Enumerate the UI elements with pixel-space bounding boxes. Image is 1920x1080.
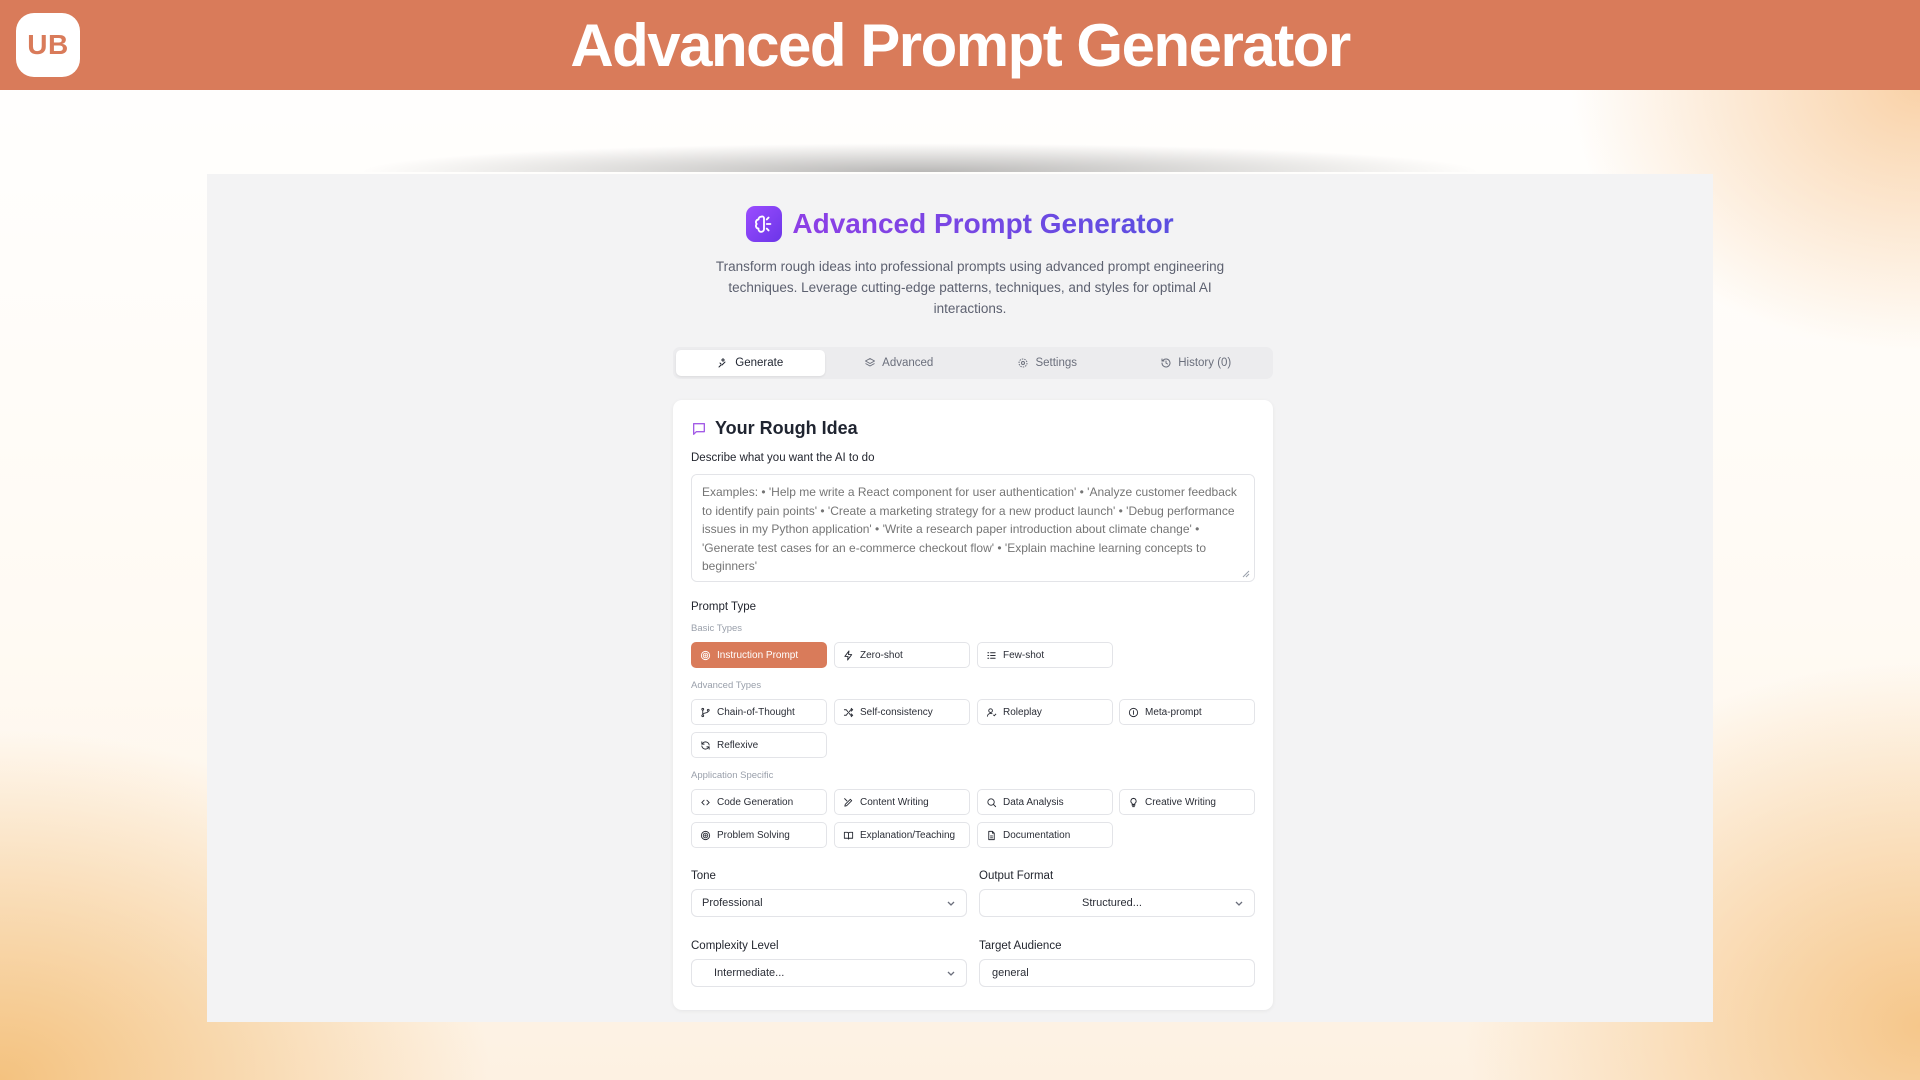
chip-instruction-prompt[interactable]: Instruction Prompt [691,642,827,668]
screen-shadow [220,112,1620,172]
output-format-label: Output Format [979,870,1054,882]
chip-label: Roleplay [1003,706,1042,718]
chip-content-writing[interactable]: Content Writing [834,789,970,815]
complexity-value: Intermediate... [714,967,785,979]
tone-value: Professional [702,897,763,909]
list-icon [987,651,996,659]
application-specific-label: Application Specific [691,770,774,781]
target-icon [700,650,711,660]
tab-bar: Generate Advanced Settings History (0) [673,347,1273,379]
tone-label: Tone [691,870,716,882]
tab-label: Generate [735,357,784,369]
history-icon [1161,358,1171,368]
chip-chain-of-thought[interactable]: Chain-of-Thought [691,699,827,725]
git-branch-icon [701,707,710,717]
app-title: Advanced Prompt Generator [792,208,1174,239]
chip-reflexive[interactable]: Reflexive [691,732,827,758]
chip-label: Chain-of-Thought [717,706,795,718]
rough-idea-card: Your Rough Idea Describe what you want t… [673,400,1273,1010]
code-icon [701,799,710,805]
chevron-down-icon [1235,901,1243,906]
chip-few-shot[interactable]: Few-shot [977,642,1113,668]
lightbulb-icon [1130,797,1137,807]
brain-icon [746,206,783,242]
zap-icon [844,649,853,661]
chip-label: Reflexive [717,739,759,751]
file-icon [988,830,995,840]
card-title: Your Rough Idea [715,418,858,438]
target-audience-label: Target Audience [979,940,1062,952]
chevron-down-icon [947,971,955,976]
output-format-value: Structured... [1082,897,1142,909]
chip-label: Code Generation [717,796,794,808]
chip-label: Instruction Prompt [717,649,799,661]
chevron-down-icon [947,901,955,906]
complexity-select[interactable]: Intermediate... [691,959,967,987]
app-description: Transform rough ideas into professional … [715,259,1225,316]
chip-problem-solving[interactable]: Problem Solving [691,822,827,848]
book-icon [843,831,854,840]
idea-field-label: Describe what you want the AI to do [691,452,875,464]
layers-icon [865,358,876,367]
idea-textarea[interactable] [691,474,1255,582]
chip-meta-prompt[interactable]: Meta-prompt [1119,699,1255,725]
shuffle-icon [843,707,854,717]
chip-creative-writing[interactable]: Creative Writing [1119,789,1255,815]
chip-data-analysis[interactable]: Data Analysis [977,789,1113,815]
target-audience-input[interactable] [979,959,1255,987]
app-screen: Advanced Prompt Generator Transform roug… [207,174,1713,1022]
tab-label: Advanced [882,357,934,369]
chip-zero-shot[interactable]: Zero-shot [834,642,970,668]
tone-select[interactable]: Professional [691,889,967,917]
message-icon [693,422,705,435]
chip-label: Self-consistency [860,706,933,718]
chip-label: Problem Solving [717,829,790,841]
refresh-icon [701,740,710,750]
user-icon [986,707,997,717]
search-icon [987,797,997,807]
complexity-label: Complexity Level [691,940,779,952]
target-icon [700,830,711,840]
tab-generate[interactable]: Generate [676,350,825,376]
chip-label: Creative Writing [1145,796,1216,808]
output-format-select[interactable]: Structured... [979,889,1255,917]
basic-types-label: Basic Types [691,623,743,634]
app-header: Advanced Prompt Generator [207,206,1713,242]
gear-icon [1018,358,1028,368]
tab-history[interactable]: History (0) [1122,350,1271,376]
chip-label: Content Writing [860,796,929,808]
tab-label: Settings [1035,357,1078,369]
tab-settings[interactable]: Settings [973,350,1122,376]
card-header: Your Rough Idea [691,418,858,439]
prompt-type-label: Prompt Type [691,601,756,613]
chip-self-consistency[interactable]: Self-consistency [834,699,970,725]
chip-code-generation[interactable]: Code Generation [691,789,827,815]
sparkles-icon [718,358,726,368]
tab-label: History (0) [1178,357,1232,369]
banner: UB Advanced Prompt Generator [0,0,1920,90]
pen-icon [844,797,853,807]
chip-label: Data Analysis [1003,796,1064,808]
banner-title: Advanced Prompt Generator [570,11,1351,79]
chip-label: Meta-prompt [1145,706,1202,718]
chip-label: Explanation/Teaching [860,829,956,841]
tab-advanced[interactable]: Advanced [825,350,974,376]
chip-label: Few-shot [1003,649,1045,661]
ub-logo: UB [16,13,80,77]
resize-handle-icon[interactable] [1240,568,1250,578]
chip-roleplay[interactable]: Roleplay [977,699,1113,725]
advanced-types-label: Advanced Types [691,680,762,691]
info-icon [1128,707,1139,717]
chip-explanation-teaching[interactable]: Explanation/Teaching [834,822,970,848]
chip-documentation[interactable]: Documentation [977,822,1113,848]
chip-label: Documentation [1003,829,1071,841]
chip-label: Zero-shot [860,649,903,661]
